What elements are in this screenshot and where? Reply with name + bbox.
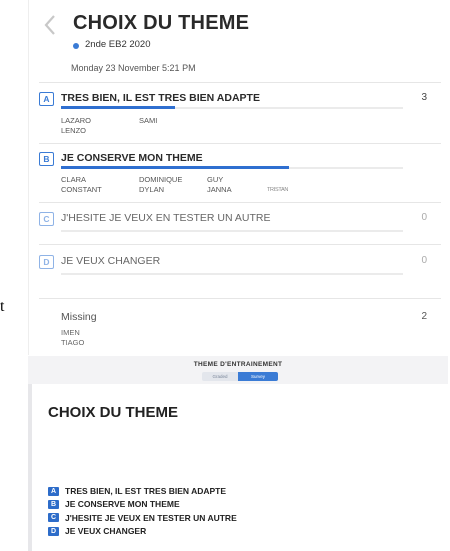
answer-badge: B xyxy=(48,499,59,509)
option-count: 0 xyxy=(421,212,427,223)
slide-answer-d: D JE VEUX CHANGER xyxy=(48,525,237,537)
activity-strip: THEME D'ENTRAINEMENT Graded Survey xyxy=(28,356,448,384)
respondent-name: GUY xyxy=(207,175,224,184)
respondent-name: DOMINIQUE xyxy=(139,175,183,184)
option-label: JE VEUX CHANGER xyxy=(61,255,161,267)
respondent-name: LENZO xyxy=(61,126,87,135)
option-b-row[interactable]: B JE CONSERVE MON THEME CLARA DOMINIQUE … xyxy=(39,152,441,202)
option-bar-track xyxy=(61,273,403,275)
answer-label: J'HESITE JE VEUX EN TESTER UN AUTRE xyxy=(65,512,237,523)
divider xyxy=(39,82,441,83)
respondent-name: TRISTAN xyxy=(267,187,289,193)
option-respondents: CLARA DOMINIQUE GUY CONSTANT DYLAN JANNA… xyxy=(61,175,327,195)
divider xyxy=(39,143,441,144)
respondent-name: CONSTANT xyxy=(61,185,102,194)
respondent-name: LAZARO xyxy=(61,116,92,125)
option-badge: B xyxy=(39,152,54,166)
option-bar-fill xyxy=(61,166,290,169)
option-badge: A xyxy=(39,92,54,106)
answer-badge: D xyxy=(48,526,59,536)
answer-label: TRES BIEN, IL EST TRES BIEN ADAPTE xyxy=(65,486,227,496)
option-label: TRES BIEN, IL EST TRES BIEN ADAPTE xyxy=(61,92,260,104)
session-datetime: Monday 23 November 5:21 PM xyxy=(71,63,196,73)
answer-label: JE CONSERVE MON THEME xyxy=(65,499,180,510)
answer-label: JE VEUX CHANGER xyxy=(65,526,147,537)
survey-toggle-button[interactable]: Survey xyxy=(238,372,278,381)
slide-answer-list: A TRES BIEN, IL EST TRES BIEN ADAPTE B J… xyxy=(48,485,237,539)
graded-toggle-button[interactable]: Graded xyxy=(202,372,238,381)
class-dot-icon xyxy=(73,43,79,49)
option-bar-track xyxy=(61,166,403,169)
option-badge: D xyxy=(39,255,54,269)
respondent-name: TIAGO xyxy=(61,338,85,347)
option-a-row[interactable]: A TRES BIEN, IL EST TRES BIEN ADAPTE 3 L… xyxy=(39,92,441,142)
answer-badge: A xyxy=(48,486,59,496)
respondent-name: CLARA xyxy=(61,175,87,184)
divider xyxy=(39,202,441,203)
mode-toggle[interactable]: Graded Survey xyxy=(202,372,278,381)
option-badge: C xyxy=(39,212,54,226)
option-bar-track xyxy=(61,230,403,232)
option-bar-track xyxy=(61,106,403,109)
chevron-left-icon[interactable] xyxy=(43,14,57,36)
page-title: CHOIX DU THEME xyxy=(73,12,250,34)
question-slide: CHOIX DU THEME A TRES BIEN, IL EST TRES … xyxy=(28,384,448,551)
slide-answer-b: B JE CONSERVE MON THEME xyxy=(48,498,237,510)
results-panel: CHOIX DU THEME 2nde EB2 2020 Monday 23 N… xyxy=(28,0,449,355)
slide-answer-a: A TRES BIEN, IL EST TRES BIEN ADAPTE xyxy=(48,485,237,497)
option-c-row[interactable]: C J'HESITE JE VEUX EN TESTER UN AUTRE 0 xyxy=(39,212,441,242)
divider xyxy=(39,298,441,299)
option-count: 3 xyxy=(421,92,427,103)
divider xyxy=(39,244,441,245)
slide-title: CHOIX DU THEME xyxy=(48,404,179,421)
option-bar-fill xyxy=(61,106,175,109)
slide-answer-c: C J'HESITE JE VEUX EN TESTER UN AUTRE xyxy=(48,512,237,524)
respondent-name: DYLAN xyxy=(139,185,165,194)
missing-label: Missing xyxy=(61,311,97,323)
respondent-name: JANNA xyxy=(207,185,232,194)
missing-respondents: IMEN TIAGO xyxy=(61,328,84,348)
activity-title: THEME D'ENTRAINEMENT xyxy=(193,361,283,368)
option-label: J'HESITE JE VEUX EN TESTER UN AUTRE xyxy=(61,212,271,224)
missing-count: 2 xyxy=(421,311,427,322)
respondent-name: IMEN xyxy=(61,328,80,337)
stray-text: t xyxy=(0,298,5,315)
option-count: 0 xyxy=(421,255,427,266)
answer-badge: C xyxy=(48,513,59,523)
respondent-name: SAMI xyxy=(139,116,158,125)
option-d-row[interactable]: D JE VEUX CHANGER 0 xyxy=(39,255,441,285)
option-label: JE CONSERVE MON THEME xyxy=(61,152,203,164)
class-name[interactable]: 2nde EB2 2020 xyxy=(85,39,151,50)
option-respondents: LAZARO SAMI LENZO xyxy=(61,116,327,136)
